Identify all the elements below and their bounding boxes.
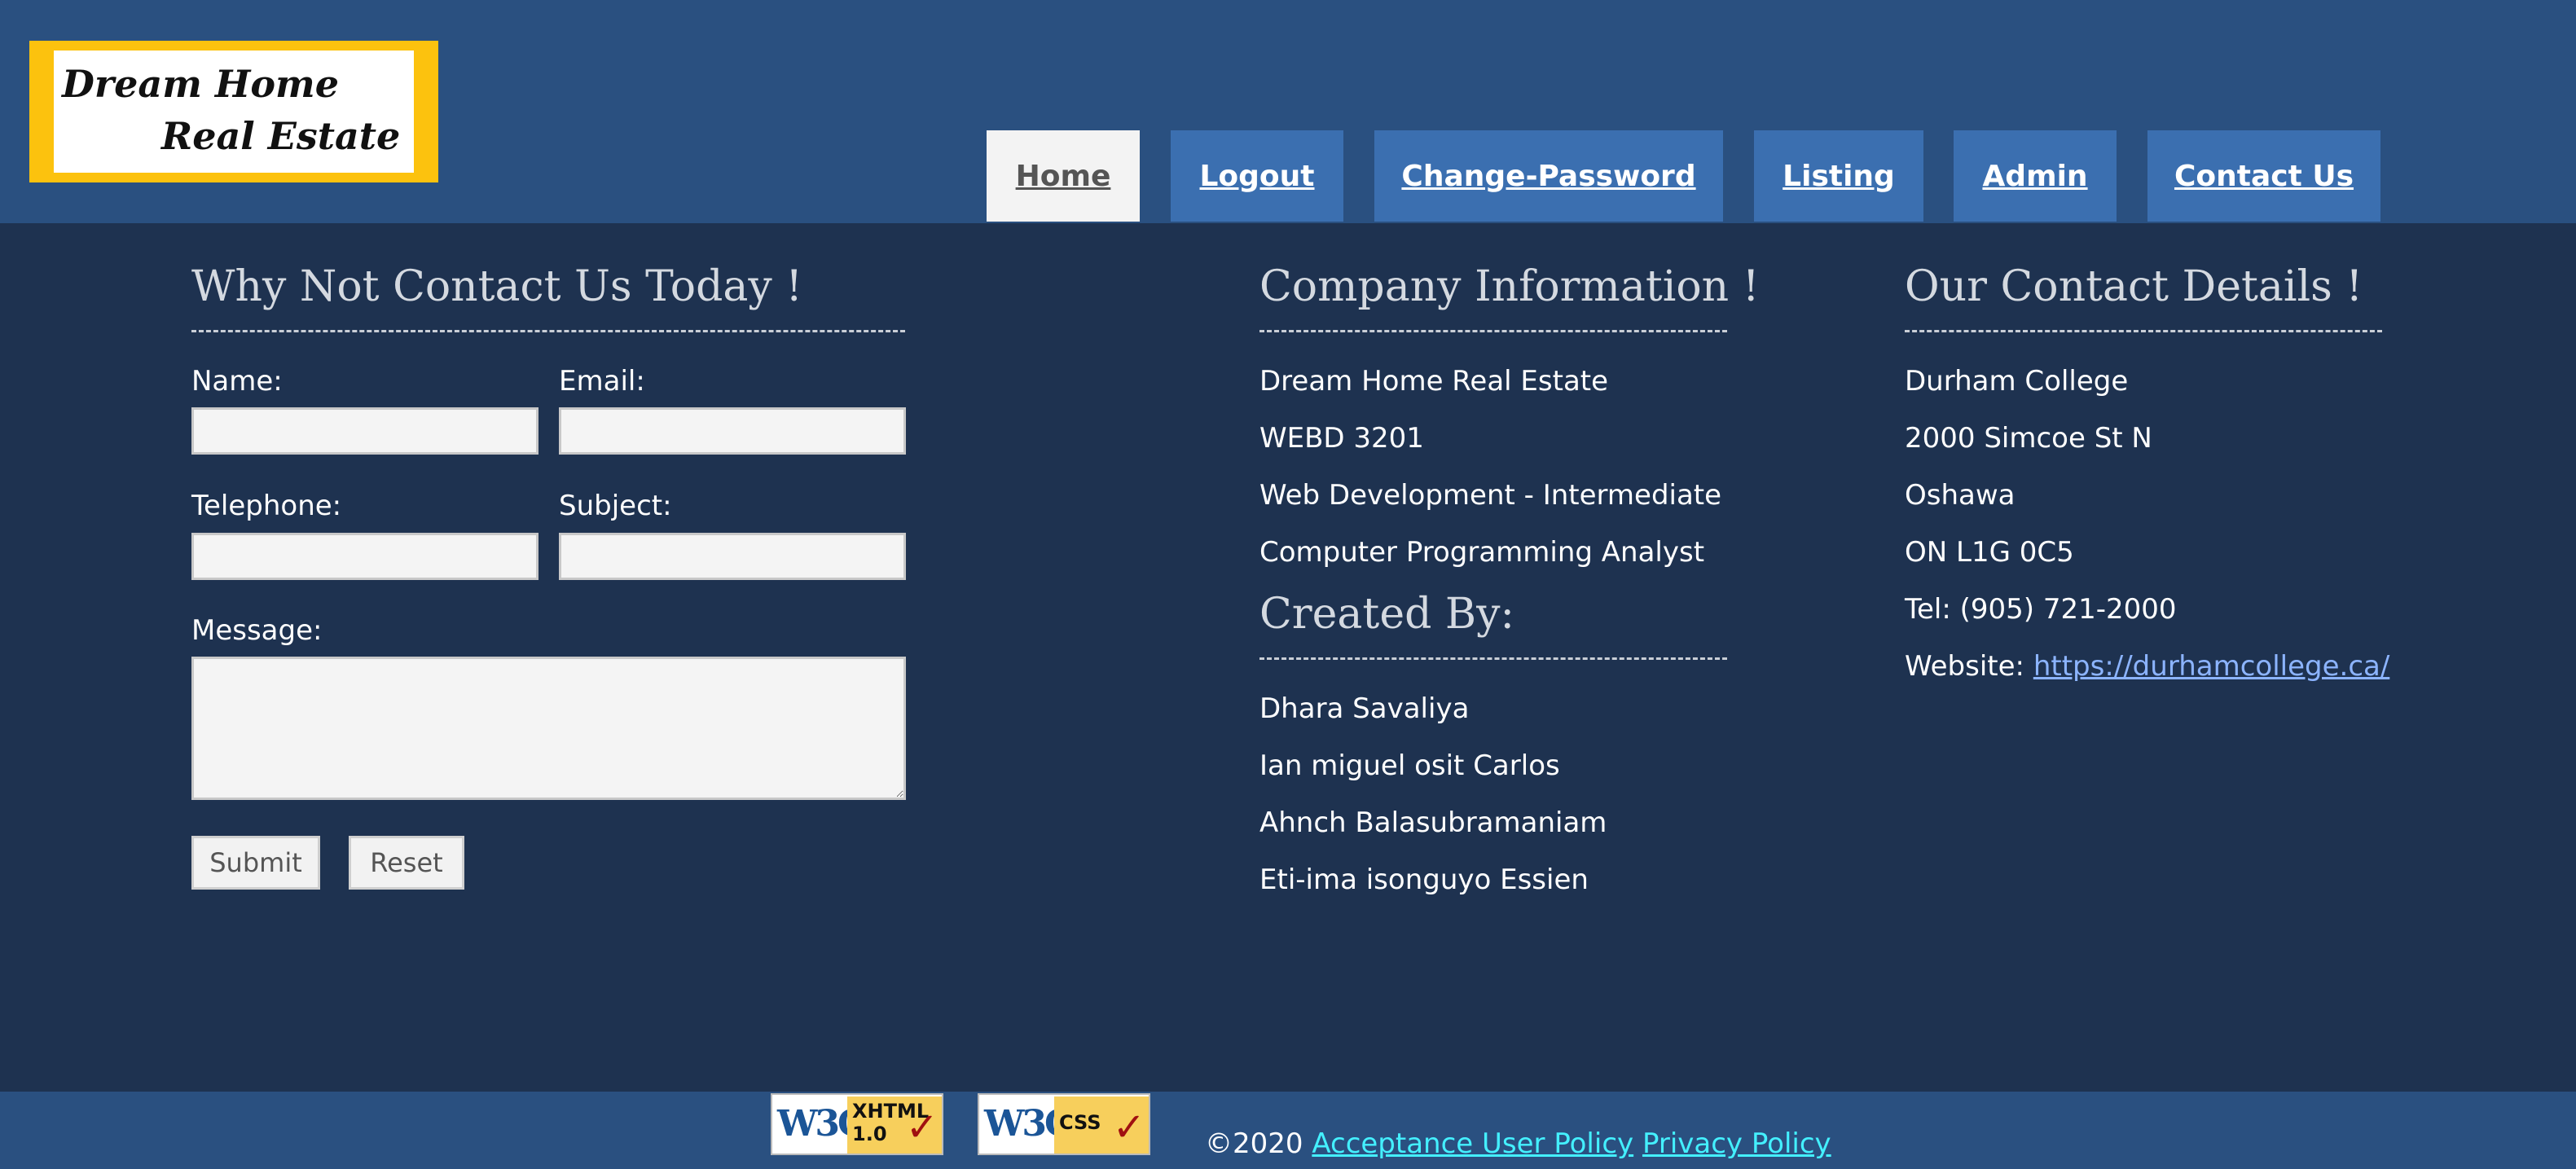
company-line: Dream Home Real Estate — [1259, 365, 1609, 398]
company-info-divider — [1259, 330, 1727, 332]
logo-box: Dream Home Real Estate — [54, 51, 414, 173]
creator-name: Ahnch Balasubramaniam — [1259, 806, 1607, 839]
creator-name: Eti-ima isonguyo Essien — [1259, 864, 1589, 896]
submit-button[interactable]: Submit — [191, 836, 320, 890]
message-field[interactable] — [191, 657, 906, 800]
message-label: Message: — [191, 614, 323, 647]
w3c-css-badge[interactable]: W3C CSS ✓ — [978, 1093, 1150, 1155]
telephone-field[interactable] — [191, 533, 538, 580]
w3c-xhtml-badge[interactable]: W3C XHTML 1.0 ✓ — [771, 1093, 943, 1155]
privacy-policy-link[interactable]: Privacy Policy — [1642, 1127, 1831, 1160]
check-icon: ✓ — [1112, 1105, 1145, 1150]
site-logo[interactable]: Dream Home Real Estate — [29, 41, 438, 182]
created-by-divider — [1259, 657, 1727, 660]
nav-admin[interactable]: Admin — [1954, 130, 2117, 222]
email-label: Email: — [559, 365, 645, 398]
copyright-text: ©2020 — [1205, 1127, 1303, 1160]
contact-detail-line: ON L1G 0C5 — [1905, 536, 2074, 569]
company-line: WEBD 3201 — [1259, 422, 1424, 455]
xhtml-tag: XHTML 1.0 ✓ — [847, 1096, 942, 1154]
css-label: CSS — [1059, 1111, 1101, 1134]
reset-button[interactable]: Reset — [349, 836, 464, 890]
website-link[interactable]: https://durhamcollege.ca/ — [2033, 650, 2389, 683]
logo-text-line2: Real Estate — [161, 114, 401, 158]
contact-detail-line: 2000 Simcoe St N — [1905, 422, 2152, 455]
company-line: Web Development - Intermediate — [1259, 479, 1722, 512]
company-info-title: Company Information ! — [1259, 262, 1760, 311]
nav-contact-us[interactable]: Contact Us — [2147, 130, 2380, 222]
check-icon: ✓ — [905, 1105, 939, 1150]
contact-detail-line: Durham College — [1905, 365, 2129, 398]
name-label: Name: — [191, 365, 283, 398]
css-tag: CSS ✓ — [1054, 1096, 1149, 1154]
nav-listing[interactable]: Listing — [1754, 130, 1923, 222]
creator-name: Dhara Savaliya — [1259, 692, 1470, 725]
contact-detail-line: Oshawa — [1905, 479, 2016, 512]
contact-detail-line: Tel: (905) 721-2000 — [1905, 593, 2177, 626]
creator-name: Ian miguel osit Carlos — [1259, 749, 1560, 782]
acceptance-policy-link[interactable]: Acceptance User Policy — [1312, 1127, 1633, 1160]
logo-text-line1: Dream Home — [62, 62, 339, 106]
contact-form-divider — [191, 330, 905, 332]
telephone-label: Telephone: — [191, 490, 342, 522]
contact-details-divider — [1905, 330, 2382, 332]
nav-logout[interactable]: Logout — [1171, 130, 1343, 222]
nav-change-password[interactable]: Change-Password — [1374, 130, 1723, 222]
created-by-title: Created By: — [1259, 590, 1515, 639]
footer-copyright-line: ©2020 Acceptance User Policy Privacy Pol… — [1205, 1127, 1831, 1160]
subject-field[interactable] — [559, 533, 906, 580]
website-line: Website: https://durhamcollege.ca/ — [1905, 650, 2389, 683]
contact-form-title: Why Not Contact Us Today ! — [191, 262, 803, 311]
nav-home[interactable]: Home — [987, 130, 1140, 222]
email-field[interactable] — [559, 407, 906, 455]
contact-details-title: Our Contact Details ! — [1905, 262, 2363, 311]
website-label: Website: — [1905, 650, 2024, 683]
subject-label: Subject: — [559, 490, 672, 522]
company-line: Computer Programming Analyst — [1259, 536, 1705, 569]
site-header: Dream Home Real Estate Home Logout Chang… — [0, 0, 2576, 223]
name-field[interactable] — [191, 407, 538, 455]
